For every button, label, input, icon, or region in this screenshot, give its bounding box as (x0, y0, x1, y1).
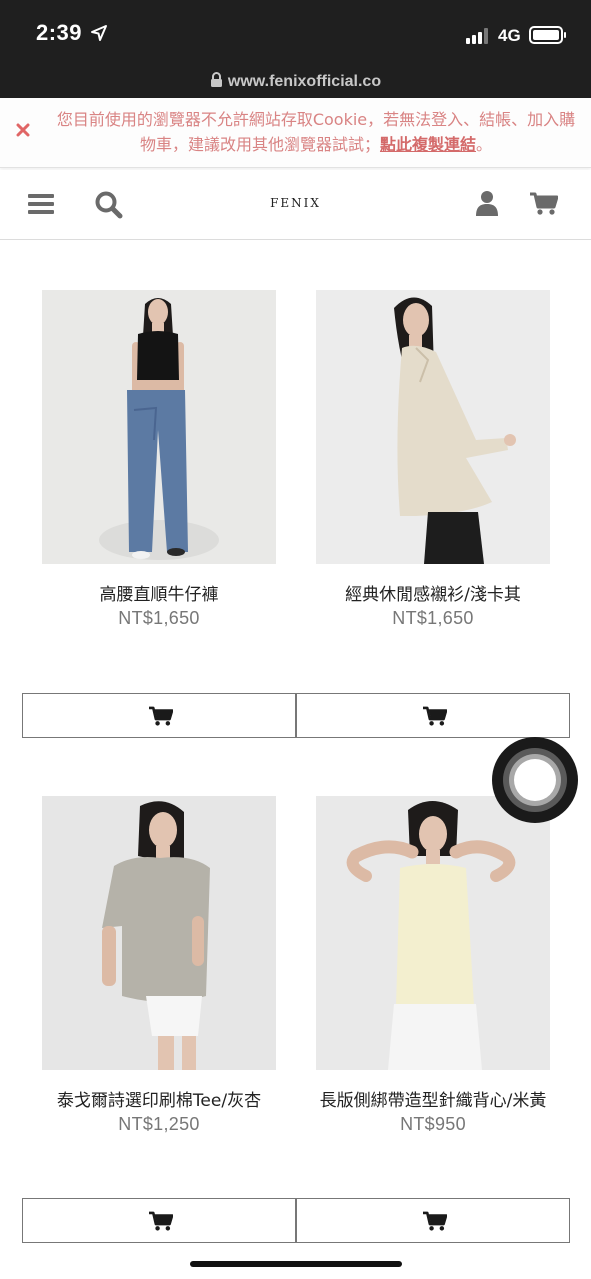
cookie-warning-banner: 您目前使用的瀏覽器不允許網站存取Cookie，若無法登入、結帳、加入購物車，建議… (0, 98, 591, 168)
add-to-cart-button[interactable] (296, 693, 570, 738)
add-to-cart-button[interactable] (296, 1198, 570, 1243)
url-text: www.fenixofficial.co (227, 73, 382, 90)
site-header: FENIX (0, 170, 591, 240)
product-price: NT$950 (400, 1114, 466, 1134)
user-icon[interactable] (475, 190, 499, 216)
cart-icon[interactable] (530, 192, 558, 216)
cookie-message: 您目前使用的瀏覽器不允許網站存取Cookie，若無法登入、結帳、加入購物車，建議… (56, 110, 576, 154)
product-name[interactable]: 泰戈爾詩選印刷棉Tee/灰杏 (22, 1086, 296, 1111)
product-image[interactable] (316, 290, 550, 564)
cart-icon (149, 706, 173, 726)
add-to-cart-button[interactable] (22, 693, 296, 738)
product-name[interactable]: 經典休閒感襯衫/淺卡其 (296, 580, 570, 605)
location-arrow-icon (91, 25, 107, 41)
assistive-touch-button[interactable] (492, 737, 578, 823)
cookie-suffix: 。 (476, 135, 493, 154)
add-to-cart-button[interactable] (22, 1198, 296, 1243)
signal-bars-icon (466, 28, 488, 44)
status-bar: 2:39 4G (0, 0, 591, 68)
brand-logo[interactable]: FENIX (0, 196, 591, 210)
product-image[interactable] (316, 796, 550, 1070)
copy-link[interactable]: 點此複製連結 (380, 135, 476, 154)
product-price: NT$1,250 (118, 1114, 200, 1134)
cart-icon (423, 1211, 447, 1231)
product-name[interactable]: 高腰直順牛仔褲 (22, 580, 296, 605)
product-price: NT$1,650 (118, 608, 200, 628)
cart-icon (423, 706, 447, 726)
network-type: 4G (498, 26, 521, 45)
home-indicator[interactable] (190, 1261, 402, 1267)
browser-address-bar[interactable]: www.fenixofficial.co (0, 68, 591, 98)
product-price: NT$1,650 (392, 608, 474, 628)
assistive-ring (514, 759, 556, 801)
product-image[interactable] (42, 290, 276, 564)
cookie-warning-text: 您目前使用的瀏覽器不允許網站存取Cookie，若無法登入、結帳、加入購物車，建議… (56, 107, 576, 157)
lock-icon (210, 72, 222, 87)
status-time: 2:39 (36, 20, 83, 45)
product-image[interactable] (42, 796, 276, 1070)
cart-icon (149, 1211, 173, 1231)
product-name[interactable]: 長版側綁帶造型針織背心/米黃 (296, 1086, 570, 1111)
battery-icon (529, 26, 566, 44)
close-icon[interactable] (14, 121, 32, 139)
